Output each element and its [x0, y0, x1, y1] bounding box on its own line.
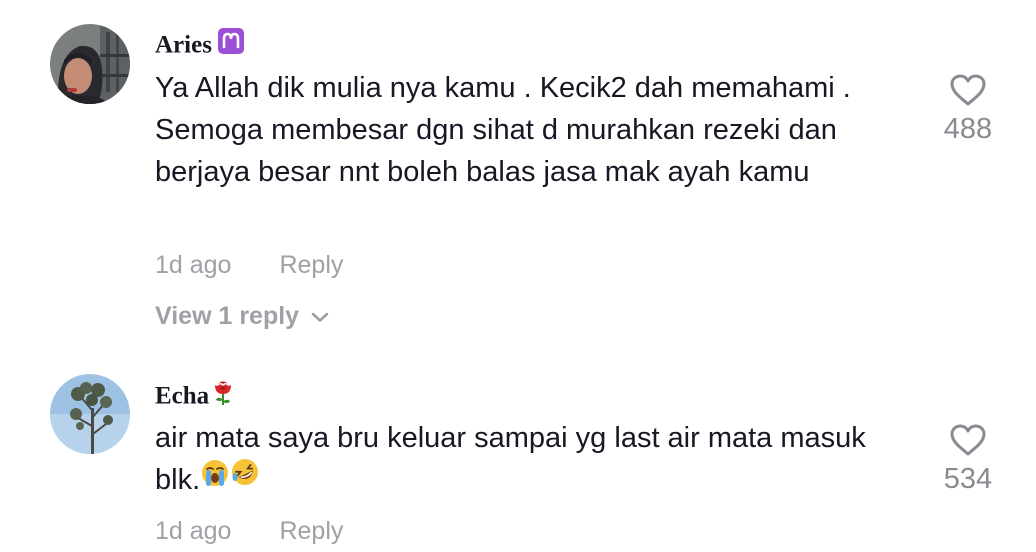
comment-item: Echa air mata saya bru keluar sampai yg …	[0, 350, 1036, 552]
comment-meta: 1d ago Reply	[155, 250, 343, 280]
comment-timestamp: 1d ago	[155, 251, 232, 279]
comment-meta: 1d ago Reply	[155, 516, 343, 546]
comment-text: Ya Allah dik mulia nya kamu . Kecik2 dah…	[155, 72, 851, 188]
like-count: 488	[943, 113, 993, 145]
rose-icon	[211, 378, 235, 414]
like-count: 534	[943, 463, 993, 495]
loudly-crying-face-icon	[201, 457, 229, 499]
comment-username[interactable]: Aries	[155, 28, 244, 64]
avatar[interactable]	[50, 374, 130, 454]
comment-text: air mata saya bru keluar sampai yg last …	[155, 417, 875, 502]
avatar[interactable]	[50, 24, 130, 104]
chevron-down-icon	[311, 300, 329, 330]
comment-text-content: air mata saya bru keluar sampai yg last …	[155, 422, 866, 496]
reply-button[interactable]: Reply	[279, 517, 343, 545]
like-button[interactable]: 534	[930, 423, 1006, 496]
like-button[interactable]: 488	[930, 73, 1006, 146]
heart-icon[interactable]	[949, 423, 987, 457]
reply-button[interactable]: Reply	[279, 251, 343, 279]
username-text[interactable]: Echa	[155, 383, 209, 410]
username-text[interactable]: Aries	[155, 32, 212, 59]
heart-icon[interactable]	[949, 73, 987, 107]
aries-zodiac-icon	[217, 28, 244, 62]
comment-timestamp: 1d ago	[155, 517, 232, 545]
rolling-on-floor-laughing-icon	[230, 457, 260, 499]
view-replies-button[interactable]: View 1 reply	[155, 301, 329, 332]
view-replies-label[interactable]: View 1 reply	[155, 302, 299, 330]
comment-item: Aries Ya Allah dik mulia nya kamu . Keci…	[0, 0, 1036, 350]
comment-username[interactable]: Echa	[155, 380, 235, 416]
